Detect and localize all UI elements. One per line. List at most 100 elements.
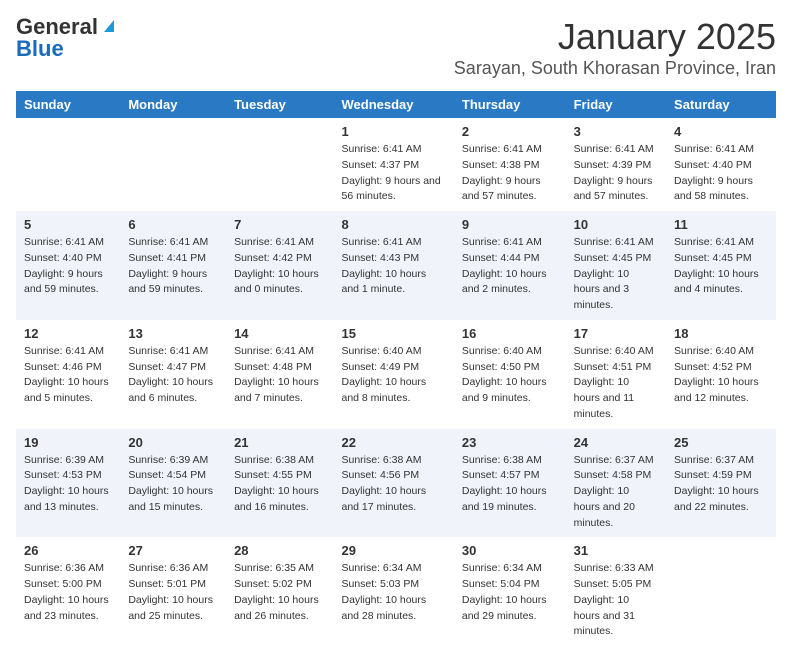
calendar-week-row: 5 Sunrise: 6:41 AM Sunset: 4:40 PM Daylig… <box>16 211 776 320</box>
day-info: Sunrise: 6:41 AM Sunset: 4:44 PM Dayligh… <box>462 235 558 298</box>
calendar-cell: 1 Sunrise: 6:41 AM Sunset: 4:37 PM Daylig… <box>333 118 453 211</box>
title-block: January 2025 Sarayan, South Khorasan Pro… <box>454 16 776 79</box>
calendar-cell: 25Sunrise: 6:37 AM Sunset: 4:59 PM Dayli… <box>666 429 776 538</box>
day-number: 12 <box>24 326 112 341</box>
day-number: 23 <box>462 435 558 450</box>
day-info: Sunrise: 6:41 AM Sunset: 4:40 PM Dayligh… <box>674 142 768 205</box>
calendar-cell: 14Sunrise: 6:41 AM Sunset: 4:48 PM Dayli… <box>226 320 333 429</box>
day-number: 13 <box>128 326 218 341</box>
calendar-cell <box>120 118 226 211</box>
logo-blue-text: Blue <box>16 38 64 60</box>
day-info: Sunrise: 6:38 AM Sunset: 4:57 PM Dayligh… <box>462 453 558 516</box>
day-number: 3 <box>574 124 658 139</box>
day-number: 25 <box>674 435 768 450</box>
calendar-cell: 2 Sunrise: 6:41 AM Sunset: 4:38 PM Daylig… <box>454 118 566 211</box>
calendar-cell <box>226 118 333 211</box>
weekday-header: Wednesday <box>333 91 453 118</box>
calendar-cell <box>16 118 120 211</box>
weekday-header: Sunday <box>16 91 120 118</box>
day-number: 6 <box>128 217 218 232</box>
day-info: Sunrise: 6:41 AM Sunset: 4:39 PM Dayligh… <box>574 142 658 205</box>
day-number: 17 <box>574 326 658 341</box>
calendar-cell: 10Sunrise: 6:41 AM Sunset: 4:45 PM Dayli… <box>566 211 666 320</box>
calendar-cell: 29 Sunrise: 6:34 AM Sunset: 5:03 PM Dayli… <box>333 537 453 646</box>
calendar-cell: 8 Sunrise: 6:41 AM Sunset: 4:43 PM Daylig… <box>333 211 453 320</box>
day-number: 27 <box>128 543 218 558</box>
calendar-cell: 22Sunrise: 6:38 AM Sunset: 4:56 PM Dayli… <box>333 429 453 538</box>
calendar-cell <box>666 537 776 646</box>
day-info: Sunrise: 6:34 AM Sunset: 5:03 PM Dayligh… <box>341 561 445 624</box>
day-info: Sunrise: 6:41 AM Sunset: 4:45 PM Dayligh… <box>674 235 768 298</box>
calendar-cell: 23 Sunrise: 6:38 AM Sunset: 4:57 PM Dayli… <box>454 429 566 538</box>
calendar-week-row: 26 Sunrise: 6:36 AM Sunset: 5:00 PM Dayli… <box>16 537 776 646</box>
day-info: Sunrise: 6:34 AM Sunset: 5:04 PM Dayligh… <box>462 561 558 624</box>
day-info: Sunrise: 6:41 AM Sunset: 4:41 PM Dayligh… <box>128 235 218 298</box>
day-number: 24 <box>574 435 658 450</box>
day-info: Sunrise: 6:36 AM Sunset: 5:01 PM Dayligh… <box>128 561 218 624</box>
weekday-header-row: SundayMondayTuesdayWednesdayThursdayFrid… <box>16 91 776 118</box>
day-info: Sunrise: 6:39 AM Sunset: 4:54 PM Dayligh… <box>128 453 218 516</box>
day-number: 20 <box>128 435 218 450</box>
page-header: General Blue January 2025 Sarayan, South… <box>16 16 776 79</box>
page-title: January 2025 <box>454 16 776 58</box>
calendar-cell: 18Sunrise: 6:40 AM Sunset: 4:52 PM Dayli… <box>666 320 776 429</box>
weekday-header: Thursday <box>454 91 566 118</box>
weekday-header: Monday <box>120 91 226 118</box>
day-info: Sunrise: 6:41 AM Sunset: 4:47 PM Dayligh… <box>128 344 218 407</box>
day-number: 7 <box>234 217 325 232</box>
calendar-cell: 5 Sunrise: 6:41 AM Sunset: 4:40 PM Daylig… <box>16 211 120 320</box>
calendar-week-row: 19Sunrise: 6:39 AM Sunset: 4:53 PM Dayli… <box>16 429 776 538</box>
logo-general-text: General <box>16 16 98 38</box>
day-number: 5 <box>24 217 112 232</box>
day-number: 9 <box>462 217 558 232</box>
calendar-table: SundayMondayTuesdayWednesdayThursdayFrid… <box>16 91 776 646</box>
calendar-week-row: 12 Sunrise: 6:41 AM Sunset: 4:46 PM Dayli… <box>16 320 776 429</box>
calendar-cell: 17 Sunrise: 6:40 AM Sunset: 4:51 PM Dayli… <box>566 320 666 429</box>
day-number: 19 <box>24 435 112 450</box>
calendar-cell: 7Sunrise: 6:41 AM Sunset: 4:42 PM Daylig… <box>226 211 333 320</box>
page-subtitle: Sarayan, South Khorasan Province, Iran <box>454 58 776 79</box>
day-number: 1 <box>341 124 445 139</box>
day-number: 8 <box>341 217 445 232</box>
day-info: Sunrise: 6:41 AM Sunset: 4:45 PM Dayligh… <box>574 235 658 314</box>
calendar-cell: 4Sunrise: 6:41 AM Sunset: 4:40 PM Daylig… <box>666 118 776 211</box>
day-info: Sunrise: 6:41 AM Sunset: 4:43 PM Dayligh… <box>341 235 445 298</box>
day-info: Sunrise: 6:40 AM Sunset: 4:51 PM Dayligh… <box>574 344 658 423</box>
calendar-cell: 27 Sunrise: 6:36 AM Sunset: 5:01 PM Dayli… <box>120 537 226 646</box>
calendar-cell: 31Sunrise: 6:33 AM Sunset: 5:05 PM Dayli… <box>566 537 666 646</box>
day-number: 29 <box>341 543 445 558</box>
day-info: Sunrise: 6:41 AM Sunset: 4:46 PM Dayligh… <box>24 344 112 407</box>
day-number: 2 <box>462 124 558 139</box>
day-info: Sunrise: 6:41 AM Sunset: 4:40 PM Dayligh… <box>24 235 112 298</box>
calendar-cell: 19Sunrise: 6:39 AM Sunset: 4:53 PM Dayli… <box>16 429 120 538</box>
calendar-cell: 9 Sunrise: 6:41 AM Sunset: 4:44 PM Daylig… <box>454 211 566 320</box>
calendar-week-row: 1 Sunrise: 6:41 AM Sunset: 4:37 PM Daylig… <box>16 118 776 211</box>
logo-icon <box>100 16 118 34</box>
day-number: 28 <box>234 543 325 558</box>
weekday-header: Tuesday <box>226 91 333 118</box>
day-info: Sunrise: 6:41 AM Sunset: 4:37 PM Dayligh… <box>341 142 445 205</box>
calendar-cell: 3 Sunrise: 6:41 AM Sunset: 4:39 PM Daylig… <box>566 118 666 211</box>
day-number: 21 <box>234 435 325 450</box>
calendar-cell: 24 Sunrise: 6:37 AM Sunset: 4:58 PM Dayli… <box>566 429 666 538</box>
calendar-cell: 12 Sunrise: 6:41 AM Sunset: 4:46 PM Dayli… <box>16 320 120 429</box>
day-info: Sunrise: 6:40 AM Sunset: 4:49 PM Dayligh… <box>341 344 445 407</box>
day-info: Sunrise: 6:36 AM Sunset: 5:00 PM Dayligh… <box>24 561 112 624</box>
calendar-cell: 15Sunrise: 6:40 AM Sunset: 4:49 PM Dayli… <box>333 320 453 429</box>
day-info: Sunrise: 6:35 AM Sunset: 5:02 PM Dayligh… <box>234 561 325 624</box>
calendar-cell: 28 Sunrise: 6:35 AM Sunset: 5:02 PM Dayli… <box>226 537 333 646</box>
day-number: 31 <box>574 543 658 558</box>
day-number: 26 <box>24 543 112 558</box>
day-info: Sunrise: 6:37 AM Sunset: 4:58 PM Dayligh… <box>574 453 658 532</box>
day-number: 11 <box>674 217 768 232</box>
day-info: Sunrise: 6:38 AM Sunset: 4:55 PM Dayligh… <box>234 453 325 516</box>
day-number: 14 <box>234 326 325 341</box>
calendar-cell: 26 Sunrise: 6:36 AM Sunset: 5:00 PM Dayli… <box>16 537 120 646</box>
day-info: Sunrise: 6:40 AM Sunset: 4:50 PM Dayligh… <box>462 344 558 407</box>
calendar-cell: 21 Sunrise: 6:38 AM Sunset: 4:55 PM Dayli… <box>226 429 333 538</box>
day-info: Sunrise: 6:41 AM Sunset: 4:38 PM Dayligh… <box>462 142 558 205</box>
day-number: 18 <box>674 326 768 341</box>
day-number: 16 <box>462 326 558 341</box>
calendar-cell: 16 Sunrise: 6:40 AM Sunset: 4:50 PM Dayli… <box>454 320 566 429</box>
day-number: 22 <box>341 435 445 450</box>
